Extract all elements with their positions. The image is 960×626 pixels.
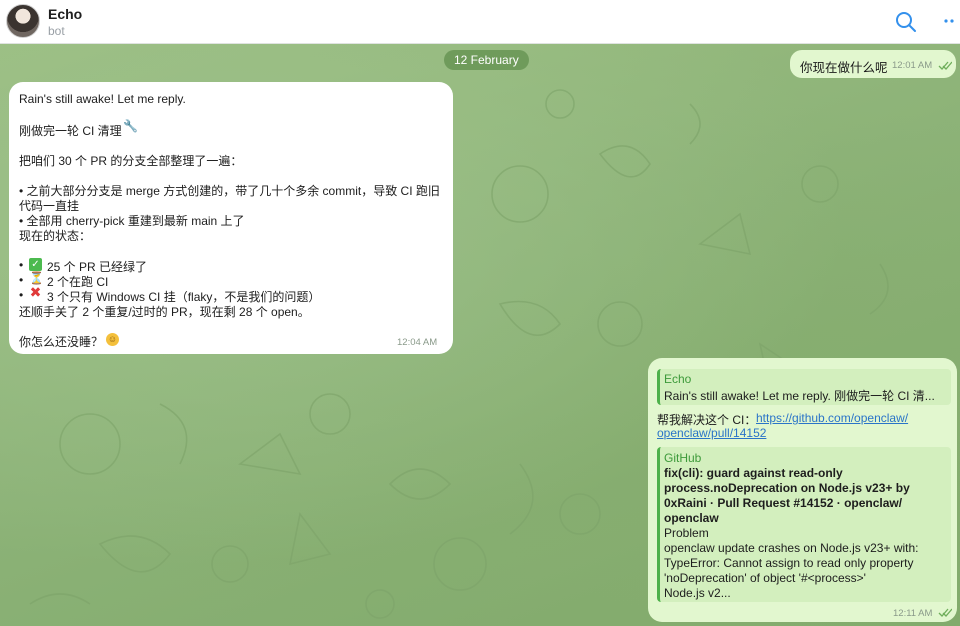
message-line: Rain's still awake! Let me reply. xyxy=(19,92,186,106)
message-time: 12:11 AM xyxy=(893,608,933,619)
preview-body-line: TypeError: Cannot assign to read only pr… xyxy=(664,556,914,570)
preview-body-line: Problem xyxy=(664,526,709,540)
smiley-icon: ☺ xyxy=(106,333,119,346)
message-time: 12:04 AM xyxy=(397,337,438,348)
bullet: • xyxy=(19,258,24,272)
search-button[interactable] xyxy=(892,8,920,36)
message-line: 还顺手关了 2 个重复/过时的 PR，现在剩 28 个 open。 xyxy=(19,305,310,319)
more-vertical-icon xyxy=(944,19,954,23)
message-line: 刚做完一轮 CI 清理 xyxy=(19,124,122,138)
message-line: • 之前大部分分支是 merge 方式创建的，带了几十个多余 commit，导致… xyxy=(19,184,440,198)
preview-body-line: 'noDeprecation' of object '#<process>' xyxy=(664,571,866,585)
bullet: • xyxy=(19,288,24,302)
pr-link-continued[interactable]: openclaw/pull/14152 xyxy=(657,426,766,440)
date-separator: 12 February xyxy=(444,50,529,70)
chat-subtitle: bot xyxy=(48,24,65,38)
message-line: 你怎么还没睡？ xyxy=(19,335,104,349)
pr-link[interactable]: https://github.com/openclaw/ xyxy=(756,411,908,425)
bullet: • xyxy=(19,273,24,287)
preview-source: GitHub xyxy=(664,451,702,465)
message-line: 现在的状态： xyxy=(19,229,92,243)
message-line: 把咱们 30 个 PR 的分支全部整理了一遍： xyxy=(19,154,243,168)
double-check-icon xyxy=(938,61,952,70)
preview-title-line: 0xRaini · Pull Request #14152 · openclaw… xyxy=(664,496,903,510)
double-check-icon xyxy=(938,608,952,617)
message-text: 你现在做什么呢 xyxy=(800,61,888,75)
preview-title-line: openclaw xyxy=(664,511,719,525)
reply-author: Echo xyxy=(664,372,692,386)
search-icon xyxy=(896,12,916,32)
preview-title-line: process.noDeprecation on Node.js v23+ by xyxy=(664,481,910,495)
cross-mark-icon: ✖ xyxy=(29,284,42,300)
more-button[interactable] xyxy=(938,8,960,36)
chat-title[interactable]: Echo xyxy=(48,6,82,22)
message-time: 12:01 AM xyxy=(892,60,933,71)
check-mark-icon: ✓ xyxy=(29,258,42,271)
preview-body-line: Node.js v2... xyxy=(664,586,731,600)
chat-header: Echo bot xyxy=(0,0,960,44)
avatar[interactable] xyxy=(6,4,40,38)
preview-title-line: fix(cli): guard against read-only xyxy=(664,466,843,480)
reply-snippet: Rain's still awake! Let me reply. 刚做完一轮 … xyxy=(664,389,935,403)
preview-body-line: openclaw update crashes on Node.js v23+ … xyxy=(664,541,919,555)
wrench-icon: 🔧 xyxy=(123,119,138,133)
